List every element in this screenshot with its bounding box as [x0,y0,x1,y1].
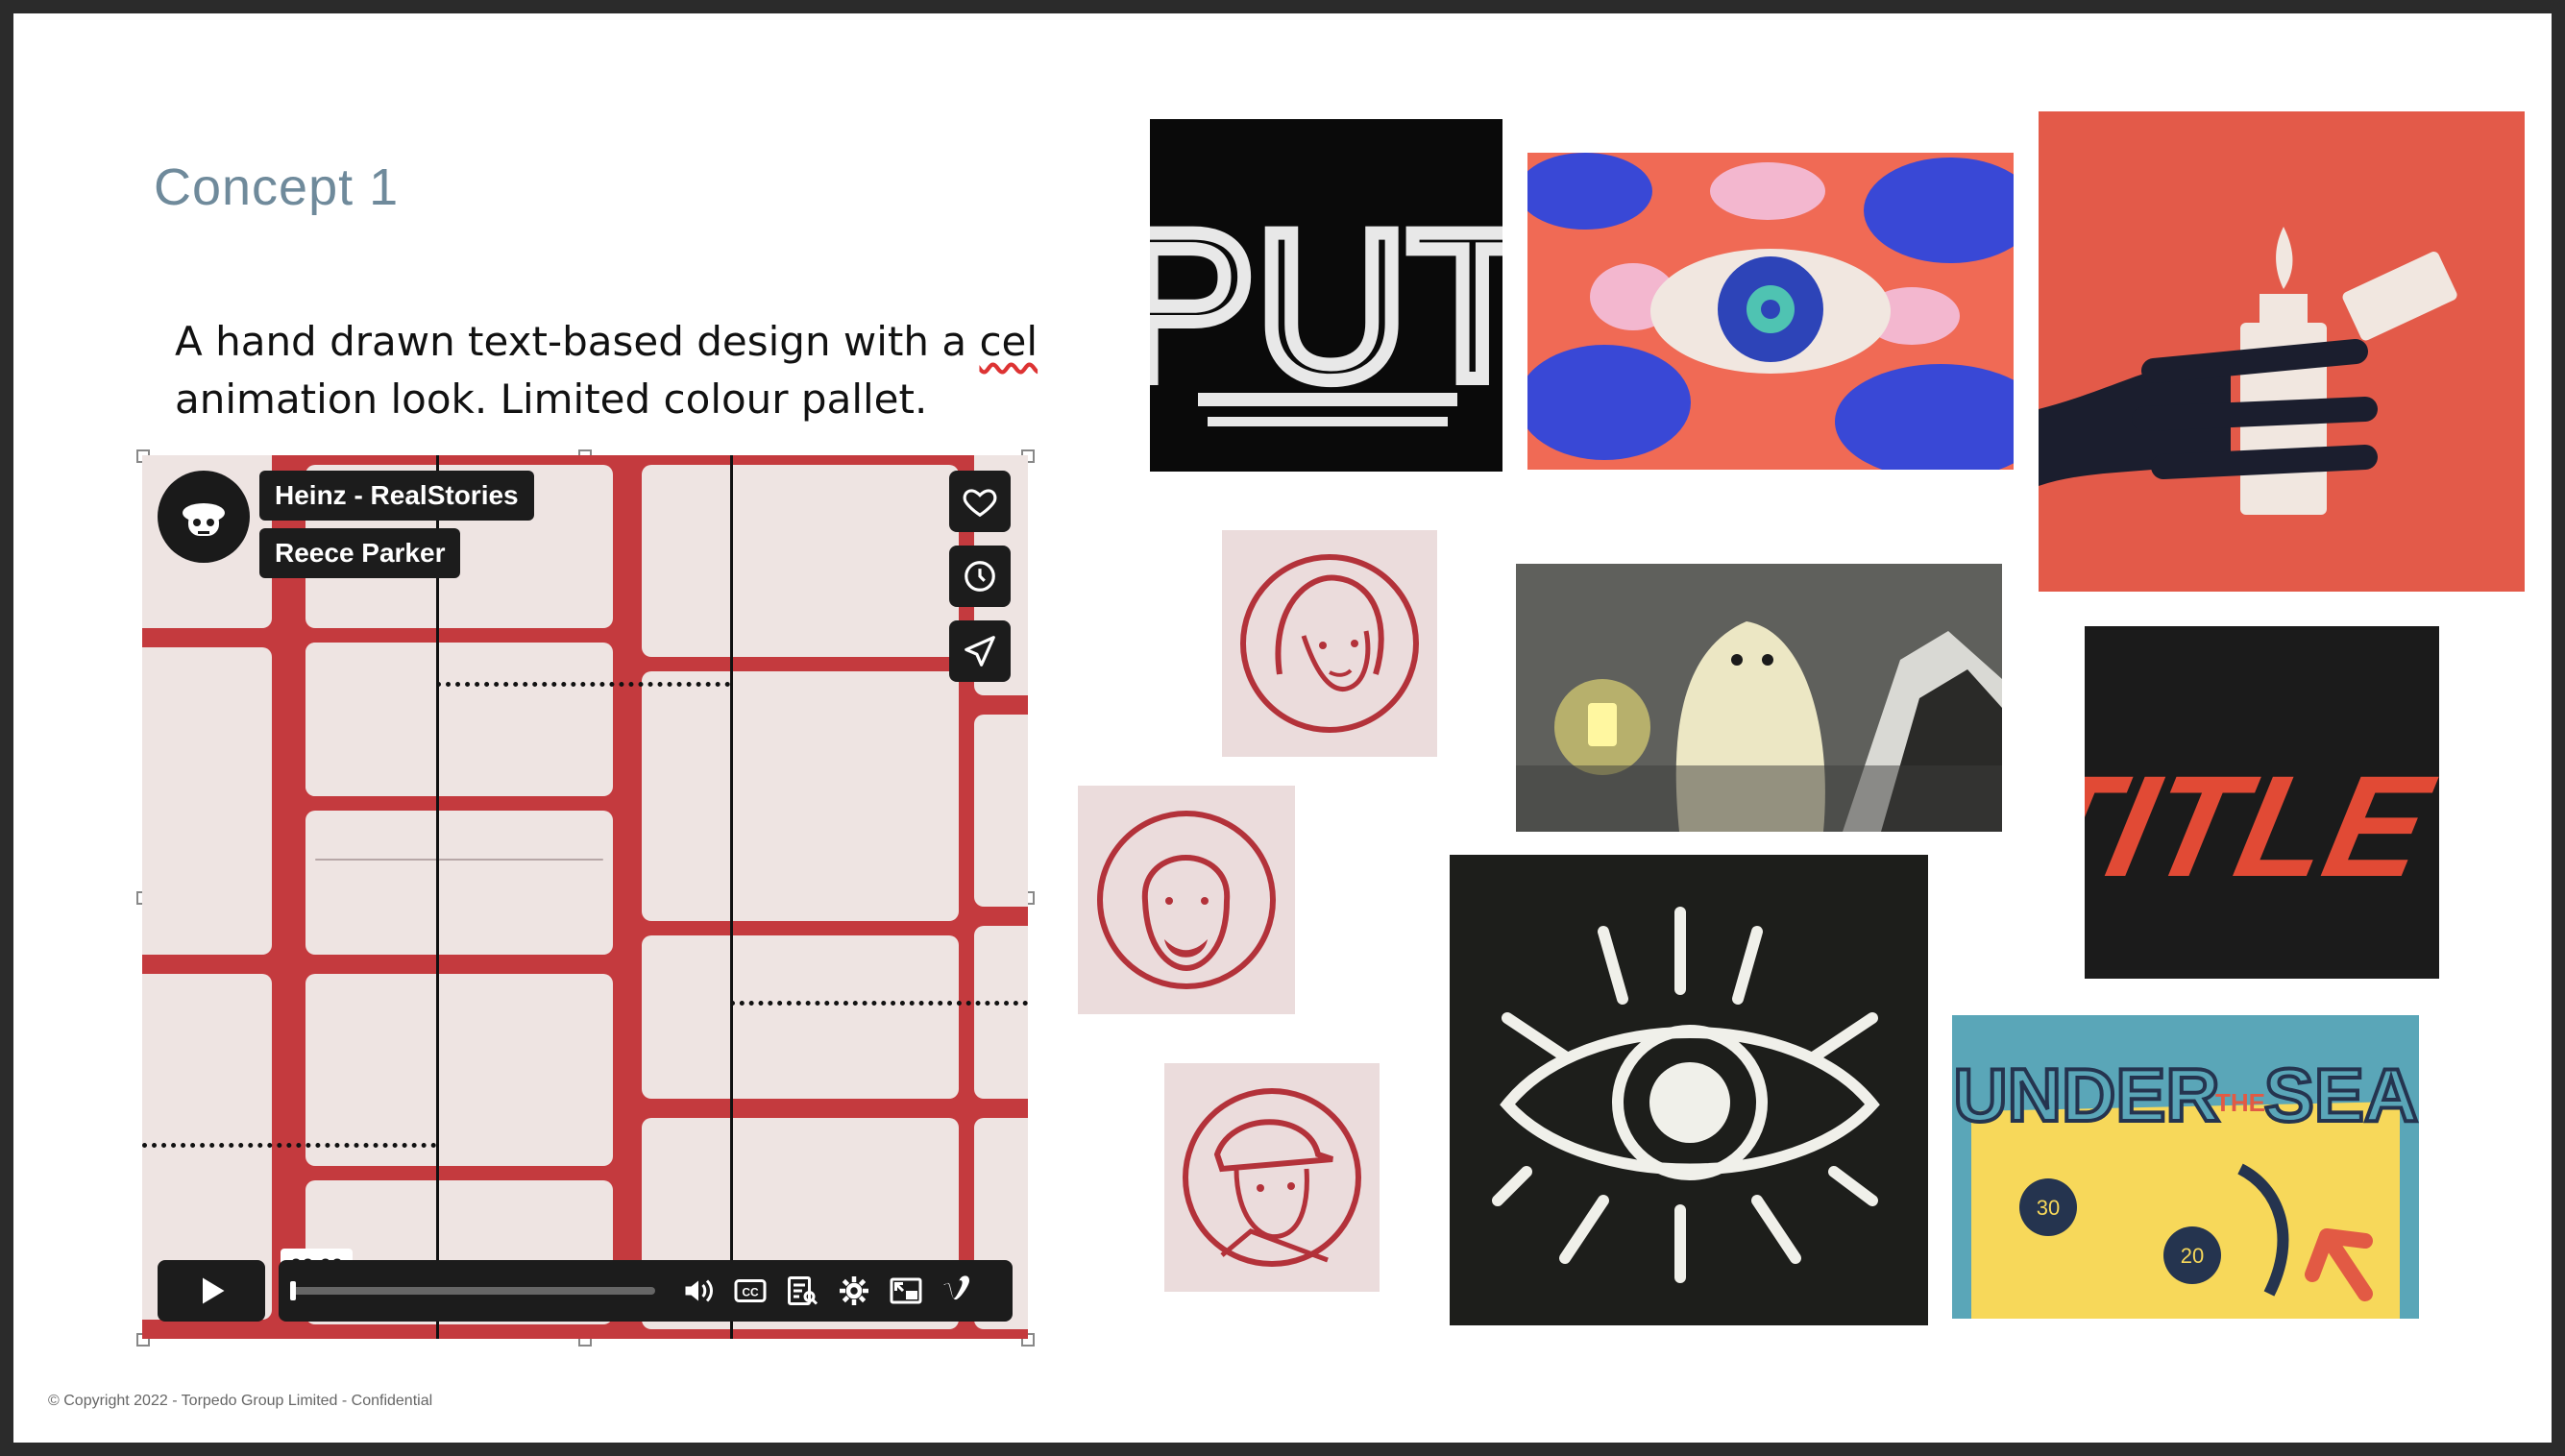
video-title[interactable]: Heinz - RealStories [259,471,534,521]
play-button[interactable] [158,1260,265,1322]
heart-icon [963,489,997,518]
coin-30: 30 [2037,1196,2060,1220]
progress-track[interactable] [290,1281,655,1300]
transcript-button[interactable] [780,1269,824,1313]
volume-icon [685,1279,713,1302]
frame-divider-line [436,455,439,1339]
frame-dotted-line [730,1001,1028,1006]
paper-plane-icon [965,636,995,667]
vimeo-logo[interactable] [936,1269,980,1313]
bearded-man-portrait-sketch [1078,786,1295,1014]
embedded-video-player[interactable]: Heinz - RealStories Reece Parker 00:00 [142,455,1028,1339]
slide: Concept 1 A hand drawn text-based design… [13,13,2552,1443]
share-button[interactable] [949,620,1011,682]
captions-button[interactable]: CC [728,1269,772,1313]
clock-icon [965,561,995,592]
picture-in-picture-icon [890,1277,922,1304]
channel-avatar[interactable] [158,471,250,563]
title-letters: TITLE [2085,747,2439,908]
frame-divider-line [730,455,733,1339]
description-text-2: animation look. Limited colour pallet. [175,376,928,423]
description-text-1: A hand drawn text-based design with a [175,318,980,365]
slide-title: Concept 1 [154,158,400,216]
put-letters: PUT [1150,187,1502,424]
yeti-lantern-illustration [1516,564,2002,832]
pip-button[interactable] [884,1269,928,1313]
eye-pattern-illustration [1527,153,2014,470]
title-lettering-image: TITLE [2085,626,2439,979]
copyright-footer: © Copyright 2022 - Torpedo Group Limited… [48,1393,433,1409]
progress-knob[interactable] [290,1281,296,1300]
transcript-icon [788,1276,818,1305]
volume-button[interactable] [676,1269,721,1313]
under-the-sea-illustration: UNDER THE SEA 30 20 [1952,1015,2419,1319]
frame-dotted-line [142,1143,436,1148]
sketched-eye-illustration [1450,855,1928,1325]
hand-candle-illustration [2039,111,2525,592]
woman-portrait-sketch [1222,530,1437,757]
vimeo-logo-icon [943,1275,969,1300]
the-word: THE [2215,1088,2265,1117]
sea-word: SEA [2264,1053,2418,1137]
slide-description: A hand drawn text-based design with a ce… [175,313,1078,428]
video-frame-review-cards [142,455,1028,1339]
settings-button[interactable] [832,1269,876,1313]
cap-woman-portrait-sketch [1164,1063,1380,1292]
play-icon [203,1277,225,1304]
video-controls: CC [158,1260,1013,1322]
video-author[interactable]: Reece Parker [259,528,461,578]
put-lettering-image: PUT [1150,119,1502,472]
under-word: UNDER [1953,1053,2219,1137]
control-bar: CC [279,1260,1013,1322]
coin-20: 20 [2181,1244,2204,1268]
watch-later-button[interactable] [949,546,1011,607]
gear-icon [840,1276,868,1305]
cc-icon: CC [734,1279,767,1302]
spellcheck-word[interactable]: cel [979,318,1038,365]
skull-cap-icon [183,503,225,536]
like-button[interactable] [949,471,1011,532]
svg-text:CC: CC [742,1285,759,1298]
frame-dotted-line [436,682,730,687]
